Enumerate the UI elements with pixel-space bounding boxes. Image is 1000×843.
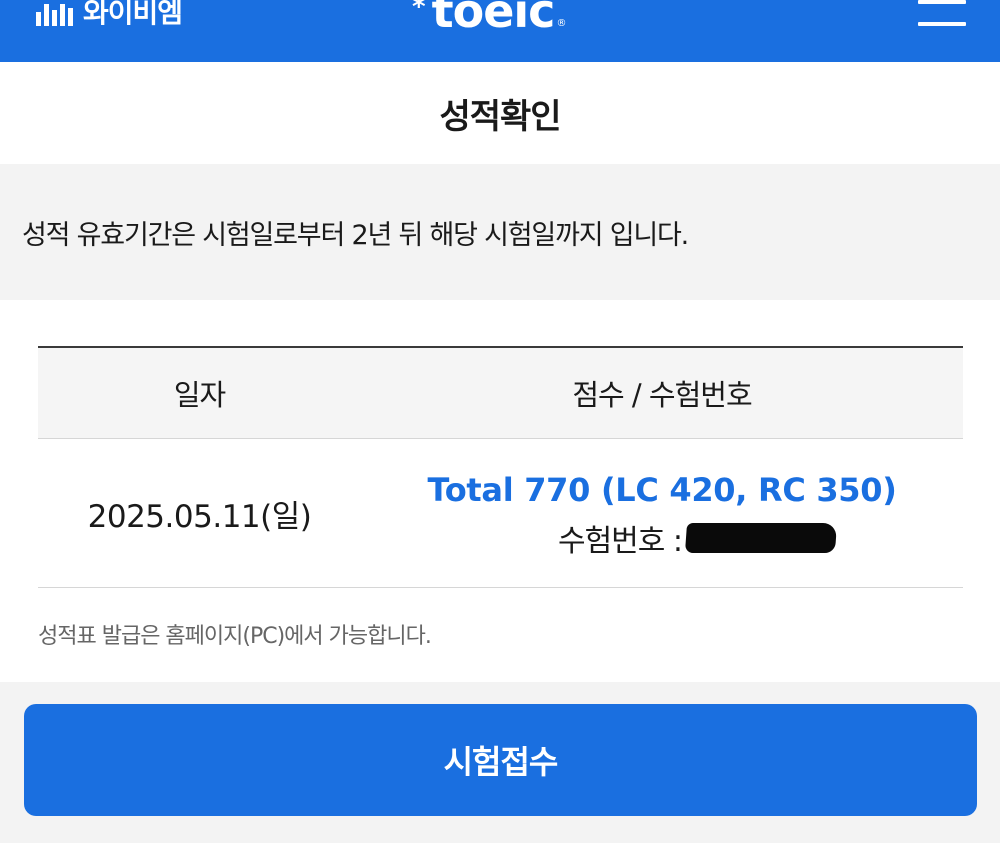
column-header-date: 일자 — [173, 378, 226, 412]
report-issue-notice: 성적표 발급은 홈페이지(PC)에서 가능합니다. — [38, 624, 432, 649]
score-table: 일자 점수 / 수험번호 2025.05.11(일) Total 770 (LC… — [38, 346, 963, 588]
total-score[interactable]: Total 770 (LC 420, RC 350) — [427, 470, 896, 510]
register-exam-button[interactable]: 시험접수 — [24, 704, 977, 816]
registered-mark: ® — [556, 18, 567, 29]
top-header: 와이비엠 * toeic ® — [0, 0, 1000, 62]
validity-notice-text: 성적 유효기간은 시험일로부터 2년 뒤 해당 시험일까지 입니다. — [22, 219, 689, 251]
table-row: 2025.05.11(일) Total 770 (LC 420, RC 350)… — [38, 439, 963, 588]
page-title-bar: 성적확인 — [0, 62, 1000, 164]
ybm-logo-icon — [36, 4, 73, 26]
column-header-score: 점수 / 수험번호 — [572, 378, 752, 412]
hamburger-menu-icon[interactable] — [918, 0, 968, 30]
page-title: 성적확인 — [439, 96, 561, 137]
toeic-star-icon: * — [412, 0, 426, 22]
exam-date: 2025.05.11(일) — [87, 498, 312, 535]
exam-number-label: 수험번호 : — [557, 524, 683, 559]
toeic-logo-text: toeic — [431, 0, 556, 38]
exam-number-redaction — [684, 523, 838, 553]
score-cell: Total 770 (LC 420, RC 350) 수험번호 : — [361, 439, 963, 587]
validity-notice: 성적 유효기간은 시험일로부터 2년 뒤 해당 시험일까지 입니다. — [0, 164, 1000, 300]
toeic-logo[interactable]: * toeic ® — [412, 0, 566, 34]
table-header-row: 일자 점수 / 수험번호 — [38, 348, 963, 439]
ybm-logo[interactable]: 와이비엠 — [36, 0, 183, 29]
ybm-logo-text: 와이비엠 — [83, 0, 183, 29]
exam-number: 수험번호 : — [557, 516, 838, 560]
